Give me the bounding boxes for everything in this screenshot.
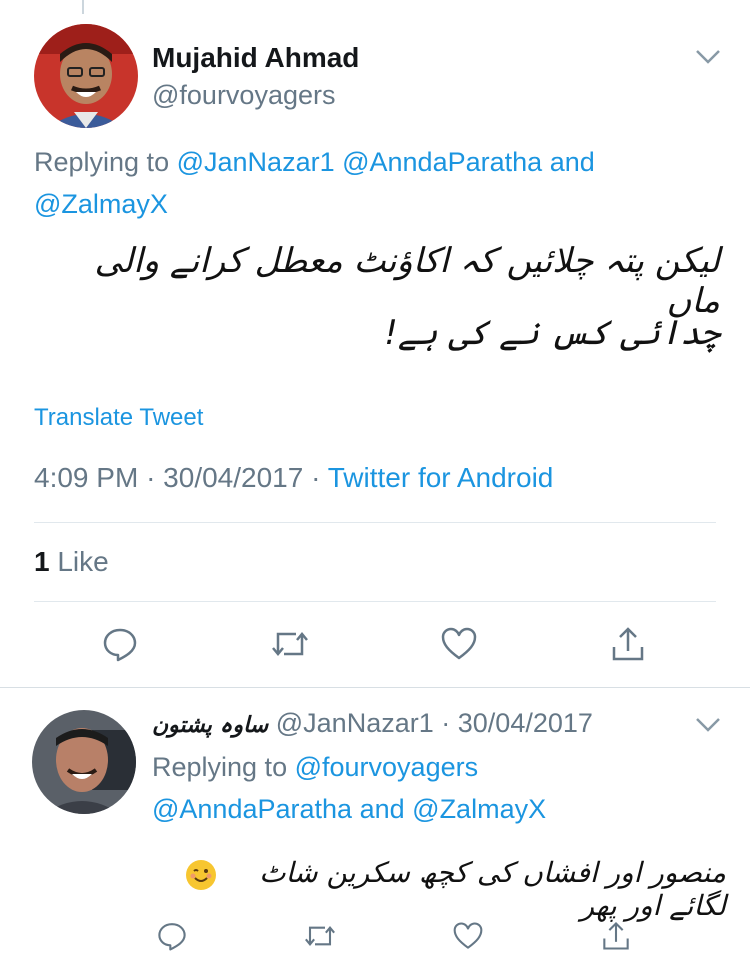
- replying-and[interactable]: and: [550, 147, 595, 177]
- author-handle[interactable]: @JanNazar1: [276, 708, 434, 738]
- divider: [34, 601, 716, 602]
- mention-link[interactable]: @AnndaParatha: [152, 794, 352, 824]
- avatar[interactable]: [34, 24, 138, 128]
- avatar[interactable]: [32, 710, 136, 814]
- wink-emoji-icon: [186, 860, 216, 890]
- mention-link[interactable]: @fourvoyagers: [295, 752, 479, 782]
- tweet-time: 4:09 PM: [34, 462, 139, 493]
- mention-link[interactable]: @ZalmayX: [34, 189, 168, 219]
- meta-separator: ·: [146, 462, 156, 493]
- retweet-icon[interactable]: [268, 622, 312, 666]
- replying-and[interactable]: and: [360, 794, 405, 824]
- replying-prefix: Replying to: [152, 752, 288, 782]
- mention-link[interactable]: @ZalmayX: [412, 794, 546, 824]
- tweet-meta: 4:09 PM · 30/04/2017 · Twitter for Andro…: [34, 462, 553, 494]
- likes-count: 1: [34, 546, 50, 577]
- reply-icon[interactable]: [98, 622, 142, 666]
- share-icon[interactable]: [594, 914, 638, 958]
- replying-prefix: Replying to: [34, 147, 170, 177]
- tweet-source-link[interactable]: Twitter for Android: [328, 462, 554, 493]
- reply-icon[interactable]: [150, 914, 194, 958]
- replying-to: Replying to @JanNazar1 @AnndaParatha and…: [34, 141, 694, 225]
- mention-link[interactable]: @JanNazar1: [177, 147, 335, 177]
- author-name[interactable]: Mujahid Ahmad: [152, 42, 359, 74]
- tweet-text-line: چدائی کس نے کی ہے!: [384, 313, 720, 353]
- like-icon[interactable]: [446, 914, 490, 958]
- tweet-text-line: لیکن پتہ چلائیں کہ اکاؤنٹ معطل کرانے وال…: [94, 241, 720, 321]
- translate-tweet-link[interactable]: Translate Tweet: [34, 404, 203, 432]
- meta-separator: ·: [311, 462, 321, 493]
- chevron-down-icon[interactable]: [694, 48, 722, 71]
- like-icon[interactable]: [437, 622, 481, 666]
- author-name[interactable]: ساوہ پشتون: [152, 713, 268, 738]
- tweet-header: ساوہ پشتون @JanNazar1 · 30/04/2017: [152, 708, 593, 739]
- replying-to: Replying to @fourvoyagers @AnndaParatha …: [152, 746, 652, 830]
- divider: [34, 522, 716, 523]
- tweet-text: منصور اور افشاں کی کچھ سکرین شاٹ لگائے ا…: [186, 852, 726, 922]
- tweet-date: 30/04/2017: [457, 708, 593, 738]
- mention-link[interactable]: @AnndaParatha: [342, 147, 542, 177]
- tweet-separator: [0, 687, 750, 688]
- thread-connector: [82, 0, 84, 14]
- author-handle[interactable]: @fourvoyagers: [152, 80, 336, 111]
- meta-separator: ·: [441, 708, 451, 738]
- chevron-down-icon[interactable]: [694, 716, 722, 739]
- likes-stat[interactable]: 1 Like: [34, 546, 109, 578]
- retweet-icon[interactable]: [298, 914, 342, 958]
- tweet-date: 30/04/2017: [163, 462, 304, 493]
- share-icon[interactable]: [606, 622, 650, 666]
- tweet-text-line: منصور اور افشاں کی کچھ سکرین شاٹ لگائے ا…: [259, 856, 726, 922]
- likes-label: Like: [57, 546, 109, 577]
